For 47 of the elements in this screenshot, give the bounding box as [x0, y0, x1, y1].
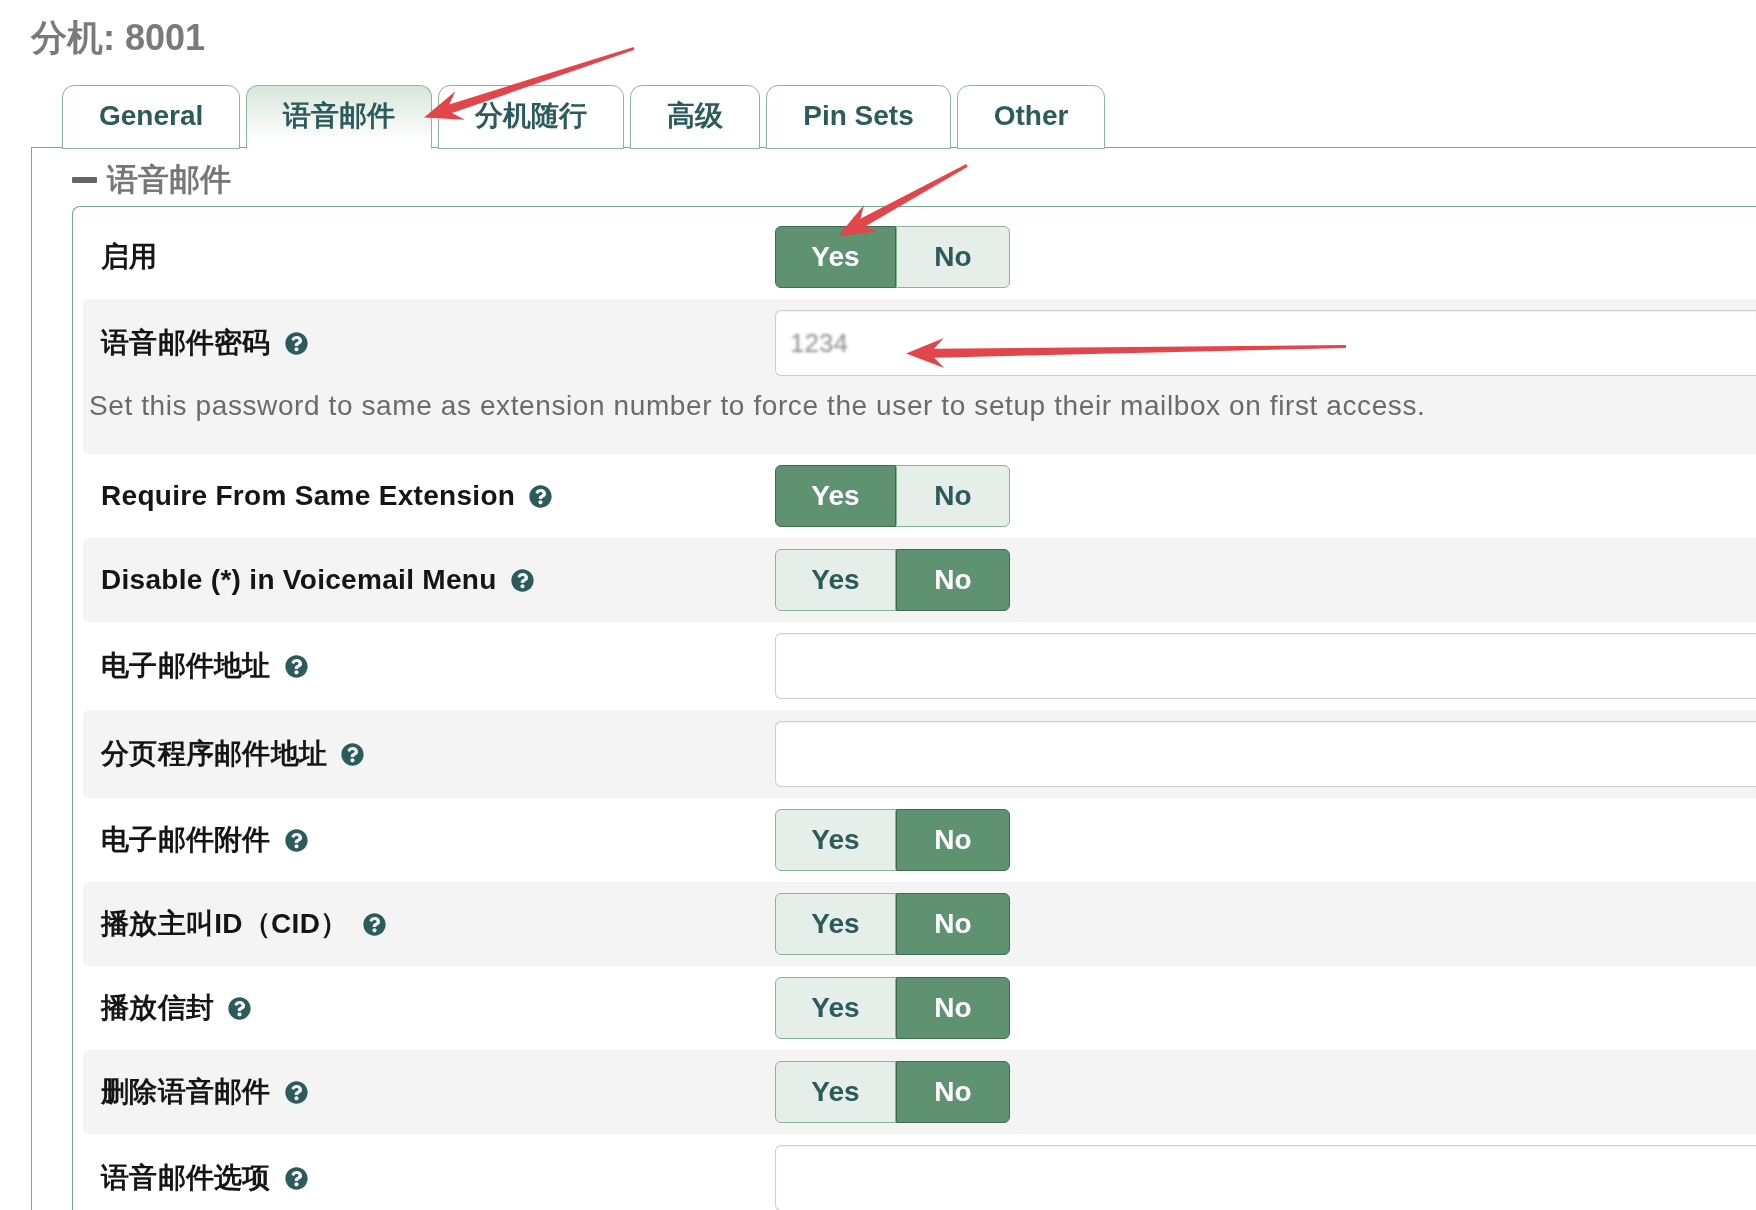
field-label: 分页程序邮件地址 — [101, 737, 328, 771]
toggle-option[interactable]: No — [896, 549, 1010, 611]
help-icon[interactable] — [284, 1080, 308, 1104]
toggle-option[interactable]: No — [896, 465, 1010, 527]
page-title: 分机: 8001 — [31, 16, 206, 60]
help-icon[interactable] — [510, 568, 534, 592]
field-label: 删除语音邮件 — [101, 1075, 271, 1109]
help-icon[interactable] — [284, 331, 308, 355]
field-label: 启用 — [101, 240, 158, 274]
tab[interactable]: Other — [956, 85, 1106, 149]
field-label: 电子邮件地址 — [101, 649, 271, 683]
toggle-option[interactable]: No — [896, 226, 1010, 288]
help-icon[interactable] — [529, 484, 553, 508]
toggle-option[interactable]: No — [896, 977, 1010, 1039]
text-field[interactable] — [775, 721, 1756, 787]
tab[interactable]: 分机随行 — [438, 85, 625, 149]
help-icon[interactable] — [341, 742, 365, 766]
field-label: Disable (*) in Voicemail Menu — [101, 563, 497, 597]
help-icon[interactable] — [362, 912, 386, 936]
help-icon[interactable] — [284, 828, 308, 852]
help-icon[interactable] — [284, 654, 308, 678]
field-label: 播放主叫ID（CID） — [101, 907, 349, 941]
tab[interactable]: General — [62, 85, 241, 149]
toggle-option[interactable]: Yes — [775, 977, 896, 1039]
tab[interactable]: Pin Sets — [766, 85, 951, 149]
field-label: 语音邮件选项 — [101, 1161, 271, 1195]
section-title: 语音邮件 — [107, 161, 231, 199]
toggle-option[interactable]: Yes — [775, 549, 896, 611]
help-icon[interactable] — [284, 1166, 308, 1190]
toggle-option[interactable]: No — [896, 1061, 1010, 1123]
toggle-option[interactable]: Yes — [775, 809, 896, 871]
help-icon[interactable] — [228, 996, 252, 1020]
text-field[interactable] — [775, 633, 1756, 699]
field-label: 电子邮件附件 — [101, 823, 271, 857]
field-label: Require From Same Extension — [101, 479, 516, 513]
tab[interactable]: 语音邮件 — [246, 85, 433, 149]
toggle-option[interactable]: Yes — [775, 465, 896, 527]
toggle-option[interactable]: Yes — [775, 1061, 896, 1123]
tab[interactable]: 高级 — [630, 85, 761, 149]
text-field[interactable] — [775, 1145, 1756, 1210]
toggle-option[interactable]: No — [896, 893, 1010, 955]
field-label: 播放信封 — [101, 991, 215, 1025]
toggle-option[interactable]: Yes — [775, 893, 896, 955]
toggle-option[interactable]: Yes — [775, 226, 896, 288]
help-text: Set this password to same as extension number to force the user to setup their mailbox on first access. — [89, 389, 1426, 423]
field-label: 语音邮件密码 — [101, 326, 271, 360]
toggle-option[interactable]: No — [896, 809, 1010, 871]
